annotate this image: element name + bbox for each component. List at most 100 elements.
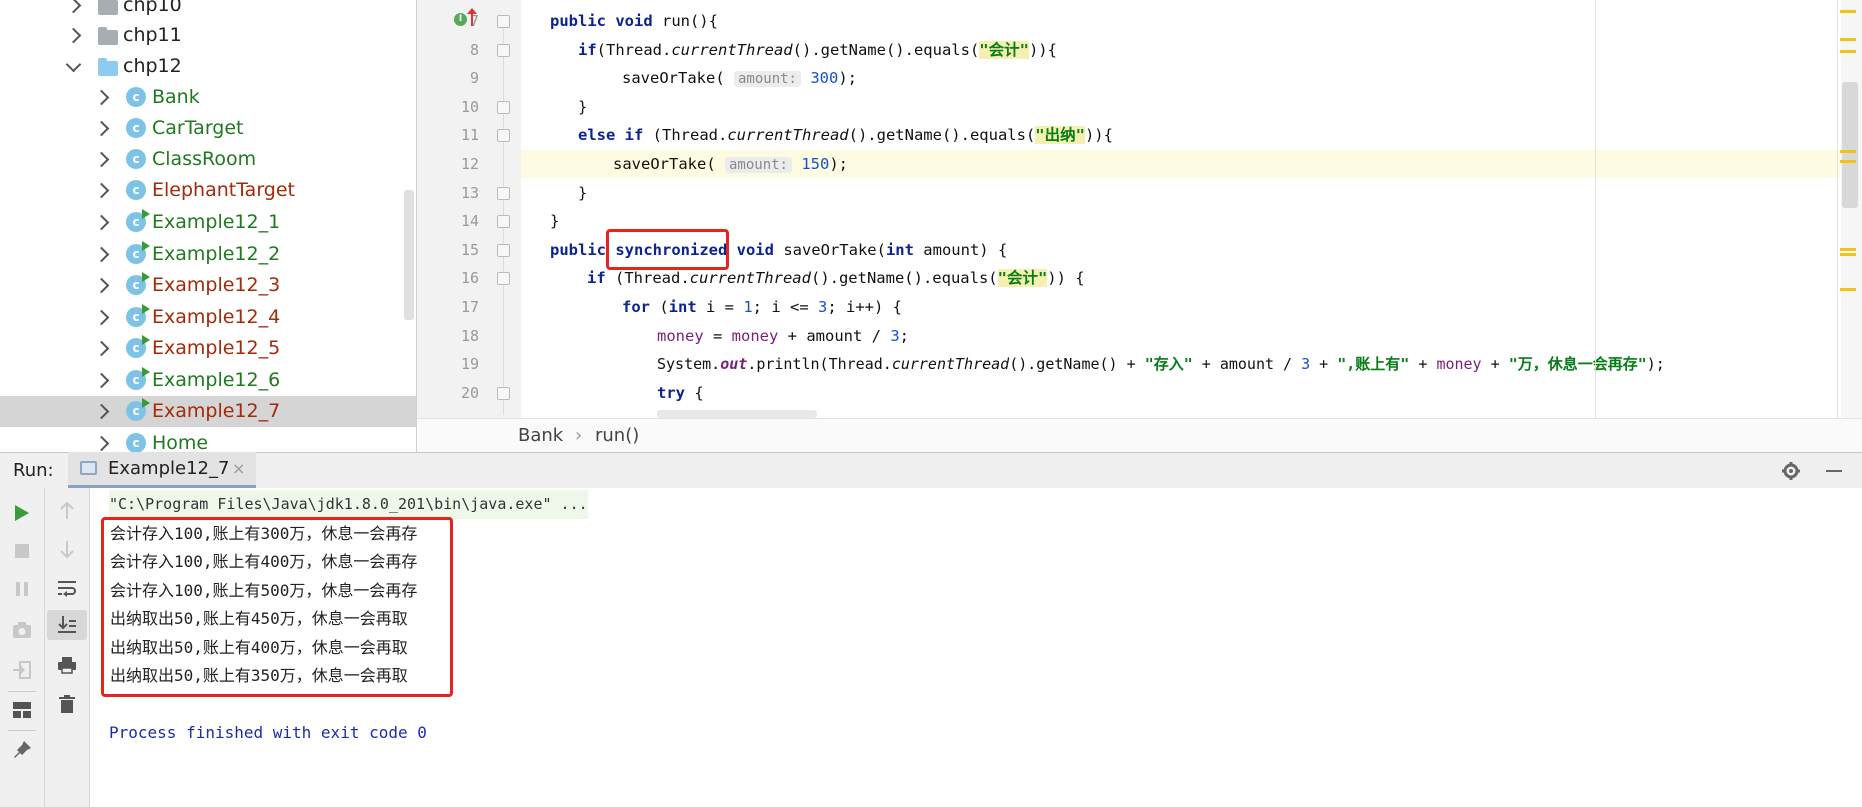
folder-icon (98, 27, 118, 45)
warning-marker[interactable] (1840, 248, 1856, 251)
layout-icon[interactable] (12, 701, 32, 719)
run-toolbar: Run: (0, 452, 1862, 490)
tree-item-label: ElephantTarget (152, 179, 295, 201)
tree-item-elephanttarget[interactable]: c ElephantTarget (0, 175, 416, 206)
chevron-right-icon[interactable] (93, 340, 110, 357)
line-number: 17 (460, 298, 479, 316)
tree-item-label: Home (152, 432, 209, 452)
chevron-right-icon[interactable] (93, 246, 110, 263)
minimize-icon[interactable] (1826, 470, 1842, 472)
tree-item-label: Bank (152, 86, 200, 108)
tree-item-example12-2[interactable]: c Example12_2 (0, 239, 416, 270)
tree-item-chp12[interactable]: chp12 (0, 51, 416, 82)
fold-marker-icon[interactable] (497, 187, 510, 200)
tree-item-example12-7[interactable]: c Example12_7 (0, 396, 416, 427)
tree-item-example12-1[interactable]: c Example12_1 (0, 207, 416, 238)
fold-marker-icon[interactable] (497, 387, 510, 400)
fold-marker-icon[interactable] (497, 272, 510, 285)
tree-item-classroom[interactable]: c ClassRoom (0, 144, 416, 175)
runnable-class-icon: c (126, 398, 150, 421)
chevron-right-icon[interactable] (93, 277, 110, 294)
right-margin-guide (1837, 0, 1838, 418)
warning-marker[interactable] (1840, 38, 1856, 41)
breadcrumb-file[interactable]: Bank (518, 419, 563, 453)
chevron-right-icon[interactable] (93, 214, 110, 231)
tree-item-bank[interactable]: c Bank (0, 82, 416, 113)
tree-item-example12-4[interactable]: c Example12_4 (0, 302, 416, 333)
tree-item-label: chp12 (123, 55, 182, 77)
runnable-class-icon: c (126, 304, 150, 327)
editor-scrollbar[interactable] (1841, 0, 1862, 418)
arrow-down-icon[interactable] (58, 540, 76, 560)
warning-marker[interactable] (1840, 150, 1856, 153)
code-editor[interactable]: public void run(){ if(Thread.currentThre… (522, 0, 1840, 418)
chevron-right-icon[interactable] (93, 120, 110, 137)
gear-icon[interactable] (1781, 461, 1801, 481)
tree-item-example12-6[interactable]: c Example12_6 (0, 365, 416, 396)
code-line-13: } (578, 184, 588, 202)
warning-marker[interactable] (1840, 288, 1856, 291)
tree-item-chp11[interactable]: chp11 (0, 20, 416, 51)
warning-marker[interactable] (1840, 160, 1856, 163)
runnable-class-icon: c (126, 272, 150, 295)
import-icon[interactable] (12, 660, 32, 680)
chevron-right-icon[interactable] (93, 372, 110, 389)
code-line-8: if(Thread.currentThread().getName().equa… (578, 41, 1057, 59)
class-icon: c (126, 118, 146, 138)
print-icon[interactable] (57, 656, 77, 674)
scroll-to-end-icon[interactable] (57, 615, 77, 635)
code-line-9: saveOrTake( amount: 300); (622, 69, 858, 87)
close-icon[interactable]: × (232, 452, 245, 486)
tree-item-home[interactable]: c Home (0, 428, 416, 452)
breadcrumb-method[interactable]: run() (595, 419, 639, 453)
chevron-right-icon[interactable] (65, 0, 82, 14)
fold-marker-icon[interactable] (497, 129, 510, 142)
chevron-down-icon[interactable] (65, 56, 82, 73)
chevron-right-icon[interactable] (65, 27, 82, 44)
parameter-hint: amount: (724, 157, 792, 173)
right-margin-guide (1595, 0, 1596, 418)
pin-icon[interactable] (12, 740, 32, 760)
line-number: 13 (460, 184, 479, 202)
line-number: 15 (460, 241, 479, 259)
code-line-11: else if (Thread.currentThread().getName(… (578, 126, 1113, 144)
warning-marker[interactable] (1840, 253, 1856, 256)
fold-marker-icon[interactable] (497, 101, 510, 114)
chevron-right-icon[interactable] (93, 89, 110, 106)
warning-marker[interactable] (1840, 50, 1856, 53)
arrow-up-icon[interactable] (58, 500, 76, 520)
fold-marker-icon[interactable] (497, 215, 510, 228)
pause-icon[interactable] (14, 581, 30, 597)
fold-marker-icon[interactable] (497, 244, 510, 257)
line-number: 9 (469, 69, 479, 87)
trash-icon[interactable] (58, 694, 76, 714)
chevron-right-icon[interactable] (93, 182, 110, 199)
tree-scrollbar[interactable] (404, 190, 414, 320)
tree-item-example12-3[interactable]: c Example12_3 (0, 270, 416, 301)
run-actions-column (0, 488, 45, 807)
chevron-right-icon[interactable] (93, 403, 110, 420)
fold-marker-icon[interactable] (497, 15, 510, 28)
chevron-right-icon[interactable] (93, 309, 110, 326)
chevron-right-icon[interactable] (93, 435, 110, 452)
tree-item-example12-5[interactable]: c Example12_5 (0, 333, 416, 364)
tree-item-cartarget[interactable]: c CarTarget (0, 113, 416, 144)
project-tree: chp10 chp11 chp12 c Bank c CarTarget c C… (0, 0, 417, 452)
class-icon: c (126, 433, 146, 452)
line-number: 12 (460, 155, 479, 173)
rerun-icon[interactable] (13, 504, 31, 522)
warning-marker[interactable] (1840, 10, 1856, 13)
soft-wrap-icon[interactable] (57, 578, 77, 598)
chevron-right-icon[interactable] (93, 151, 110, 168)
stop-icon[interactable] (14, 543, 30, 559)
tree-item-chp10[interactable]: chp10 (0, 0, 416, 21)
editor-scroll-thumb[interactable] (1842, 82, 1858, 208)
breadcrumb-separator: › (575, 425, 583, 446)
console-actions-column (45, 488, 90, 807)
camera-icon[interactable] (12, 621, 32, 639)
implements-marker-icon[interactable]: I (454, 13, 467, 26)
run-tab-example12-7[interactable]: Example12_7 × (68, 452, 256, 488)
line-number: 19 (460, 355, 479, 373)
line-number: 8 (469, 41, 479, 59)
fold-marker-icon[interactable] (497, 44, 510, 57)
